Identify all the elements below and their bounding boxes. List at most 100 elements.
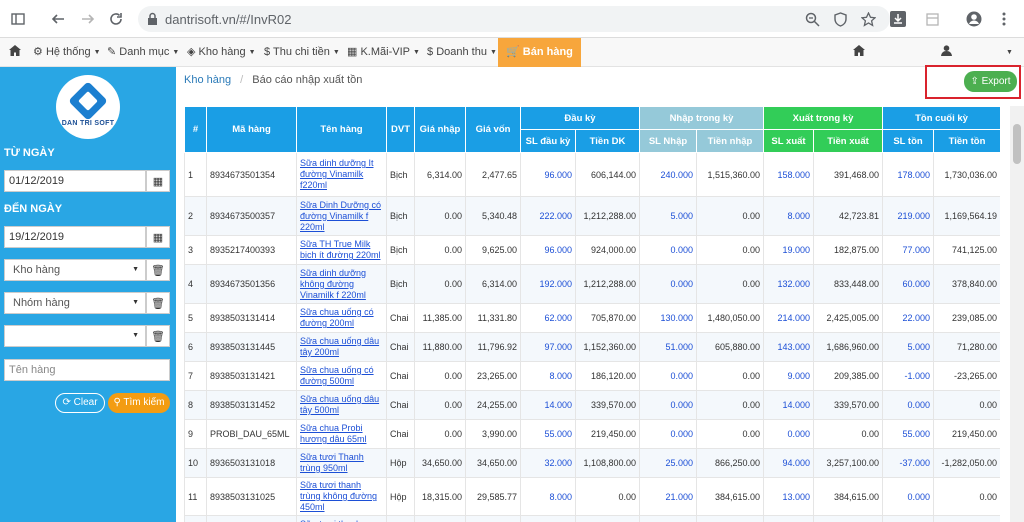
menu-icon[interactable] bbox=[994, 9, 1014, 29]
address-bar[interactable]: dantrisoft.vn/#/InvR02 bbox=[138, 6, 890, 32]
scrollbar-thumb[interactable] bbox=[1013, 124, 1021, 164]
forward-icon[interactable] bbox=[78, 9, 98, 29]
cell-price_in: 18,315.00 bbox=[414, 477, 466, 516]
cell-qi: 0.000 bbox=[639, 361, 697, 391]
shield-icon[interactable] bbox=[830, 9, 850, 29]
table-row: 5 8938503131414 Sữa chua uống có đường 200… bbox=[184, 303, 1000, 333]
product-name-link[interactable]: Sữa chua Probi hương dâu 65ml bbox=[300, 423, 383, 445]
product-name-link[interactable]: Sữa tươi thanh trùng không đường 450ml bbox=[300, 480, 383, 513]
col-header-amt-export: Tiền xuất bbox=[812, 129, 884, 153]
cell-ae: 0.00 bbox=[933, 390, 1000, 420]
product-name-link[interactable]: Sữa TH True Milk bịch ít đường 220ml bbox=[300, 239, 383, 261]
trash-icon[interactable]: 🗑 bbox=[146, 292, 170, 314]
cell-cost: 11,796.92 bbox=[465, 332, 521, 362]
url-text: dantrisoft.vn/#/InvR02 bbox=[165, 11, 292, 27]
profile-icon[interactable] bbox=[964, 9, 984, 29]
cell-unit: Bịch bbox=[386, 196, 415, 236]
cart-icon: 🛒 bbox=[506, 46, 520, 58]
logo-text: DAN TRI SOFT bbox=[61, 120, 115, 127]
cell-ab: 1,108,800.00 bbox=[575, 448, 640, 478]
cell-qi: 130.000 bbox=[639, 303, 697, 333]
cell-qi: 0.000 bbox=[639, 419, 697, 449]
cell-qb: 62.000 bbox=[520, 303, 576, 333]
wrench-icon: ✎ bbox=[107, 46, 117, 58]
nav-menu-cash[interactable]: $ Thu chi tiền ▼ bbox=[264, 38, 340, 67]
cell-no: 7 bbox=[184, 361, 207, 391]
calendar-icon[interactable]: ▦ bbox=[146, 170, 170, 192]
cell-ai: 0.00 bbox=[696, 196, 764, 236]
nav-menu-catalog[interactable]: ✎ Danh mục ▼ bbox=[107, 38, 179, 67]
nav-menu-sales[interactable]: 🛒 Bán hàng bbox=[498, 38, 581, 67]
vertical-scrollbar[interactable] bbox=[1010, 106, 1024, 522]
cell-qb: 96.000 bbox=[520, 152, 576, 197]
clear-button[interactable]: ⟳ Clear bbox=[55, 393, 105, 413]
product-name-link[interactable]: Sữa chua uống có đường 500ml bbox=[300, 365, 383, 387]
home-icon[interactable] bbox=[853, 38, 865, 67]
search-button-label: Tìm kiếm bbox=[123, 397, 165, 408]
cell-code: 8934673501354 bbox=[206, 152, 297, 197]
trash-icon[interactable]: 🗑 bbox=[146, 325, 170, 347]
breadcrumb: Kho hàng / Báo cáo nhập xuất tồn bbox=[184, 74, 362, 86]
cell-qi: 5.000 bbox=[639, 196, 697, 236]
cell-ax: 182,875.00 bbox=[812, 235, 884, 265]
table-row: 8 8938503131452 Sữa chua uống dâu tây 500m… bbox=[184, 390, 1000, 420]
cell-qx bbox=[763, 515, 814, 522]
cell-qb: 14.000 bbox=[520, 390, 576, 420]
cell-no: 3 bbox=[184, 235, 207, 265]
cell-price_in: 0.00 bbox=[414, 419, 466, 449]
nav-menu-system[interactable]: ⚙ Hệ thống ▼ bbox=[33, 38, 101, 67]
nav-menu-warehouse[interactable]: ◈ Kho hàng ▼ bbox=[187, 38, 256, 67]
col-header-qty-export: SL xuất bbox=[763, 129, 814, 153]
grid-icon: ▦ bbox=[347, 46, 358, 58]
product-name-link[interactable]: Sữa chua uống dâu tây 500ml bbox=[300, 394, 383, 416]
search-icon: ⚲ bbox=[113, 397, 121, 408]
home-icon[interactable] bbox=[9, 38, 21, 67]
breadcrumb-parent-link[interactable]: Kho hàng bbox=[184, 74, 231, 86]
nav-menu-label: Bán hàng bbox=[522, 46, 573, 58]
logo-mark-icon bbox=[68, 81, 108, 121]
cell-qi: 240.000 bbox=[639, 152, 697, 197]
calendar-icon[interactable]: ▦ bbox=[146, 226, 170, 248]
zoom-icon[interactable] bbox=[802, 9, 822, 29]
trash-icon[interactable]: 🗑 bbox=[146, 259, 170, 281]
cell-cost: 23,265.00 bbox=[465, 361, 521, 391]
report-table-container: # Mã hàng Tên hàng DVT Giá nhập Giá vốn … bbox=[184, 106, 1000, 522]
product-name-input[interactable]: Tên hàng bbox=[4, 359, 170, 381]
search-button[interactable]: ⚲ Tìm kiếm bbox=[108, 393, 170, 413]
user-icon[interactable] bbox=[941, 38, 952, 67]
back-icon[interactable] bbox=[48, 9, 68, 29]
cell-ae: 1,169,564.19 bbox=[933, 196, 1000, 236]
cell-no: 6 bbox=[184, 332, 207, 362]
group-select[interactable]: Nhóm hàng ▼ bbox=[4, 292, 146, 314]
cell-qi: 0.000 bbox=[639, 235, 697, 265]
warehouse-select[interactable]: Kho hàng ▼ bbox=[4, 259, 146, 281]
cell-name: Sữa tươi thanh trùng bbox=[296, 515, 387, 522]
product-name-link[interactable]: Sữa Dinh Dưỡng có đường Vinamilk f 220ml bbox=[300, 200, 383, 233]
caret-down-icon[interactable]: ▼ bbox=[1003, 38, 1013, 67]
nav-menu-promo[interactable]: ▦ K.Mãi-VIP ▼ bbox=[347, 38, 420, 67]
cell-name: Sữa chua uống dâu tây 500ml bbox=[296, 390, 387, 420]
star-icon[interactable] bbox=[858, 9, 878, 29]
product-name-link[interactable]: Sữa chua uống có đường 200ml bbox=[300, 307, 383, 329]
cell-ab: 1,152,360.00 bbox=[575, 332, 640, 362]
product-name-link[interactable]: Sữa dinh dưỡng It đường Vinamilk f220ml bbox=[300, 158, 383, 191]
cell-ab: 1,212,288.00 bbox=[575, 264, 640, 304]
product-name-link[interactable]: Sữa dinh dưỡng không đường Vinamilk f 22… bbox=[300, 268, 383, 301]
nav-menu-revenue[interactable]: $ Doanh thu ▼ bbox=[427, 38, 497, 67]
to-date-input[interactable]: 19/12/2019 bbox=[4, 226, 146, 248]
cell-ai: 1,480,050.00 bbox=[696, 303, 764, 333]
cell-ae: 219,450.00 bbox=[933, 419, 1000, 449]
from-date-input[interactable]: 01/12/2019 bbox=[4, 170, 146, 192]
cell-ai: 0.00 bbox=[696, 361, 764, 391]
product-name-link[interactable]: Sữa tươi Thanh trùng 950ml bbox=[300, 452, 383, 474]
reload-icon[interactable] bbox=[106, 9, 126, 29]
extra-select[interactable]: ▼ bbox=[4, 325, 146, 347]
extension-icon[interactable] bbox=[922, 9, 942, 29]
sidebar-toggle-icon[interactable] bbox=[8, 9, 28, 29]
cell-ai: 0.00 bbox=[696, 390, 764, 420]
download-icon[interactable] bbox=[888, 9, 908, 29]
cell-name: Sữa chua uống có đường 200ml bbox=[296, 303, 387, 333]
export-button[interactable]: ⇪ Export bbox=[964, 71, 1017, 92]
product-name-link[interactable]: Sữa chua uống dâu tây 200ml bbox=[300, 336, 383, 358]
cell-unit: Chai bbox=[386, 332, 415, 362]
